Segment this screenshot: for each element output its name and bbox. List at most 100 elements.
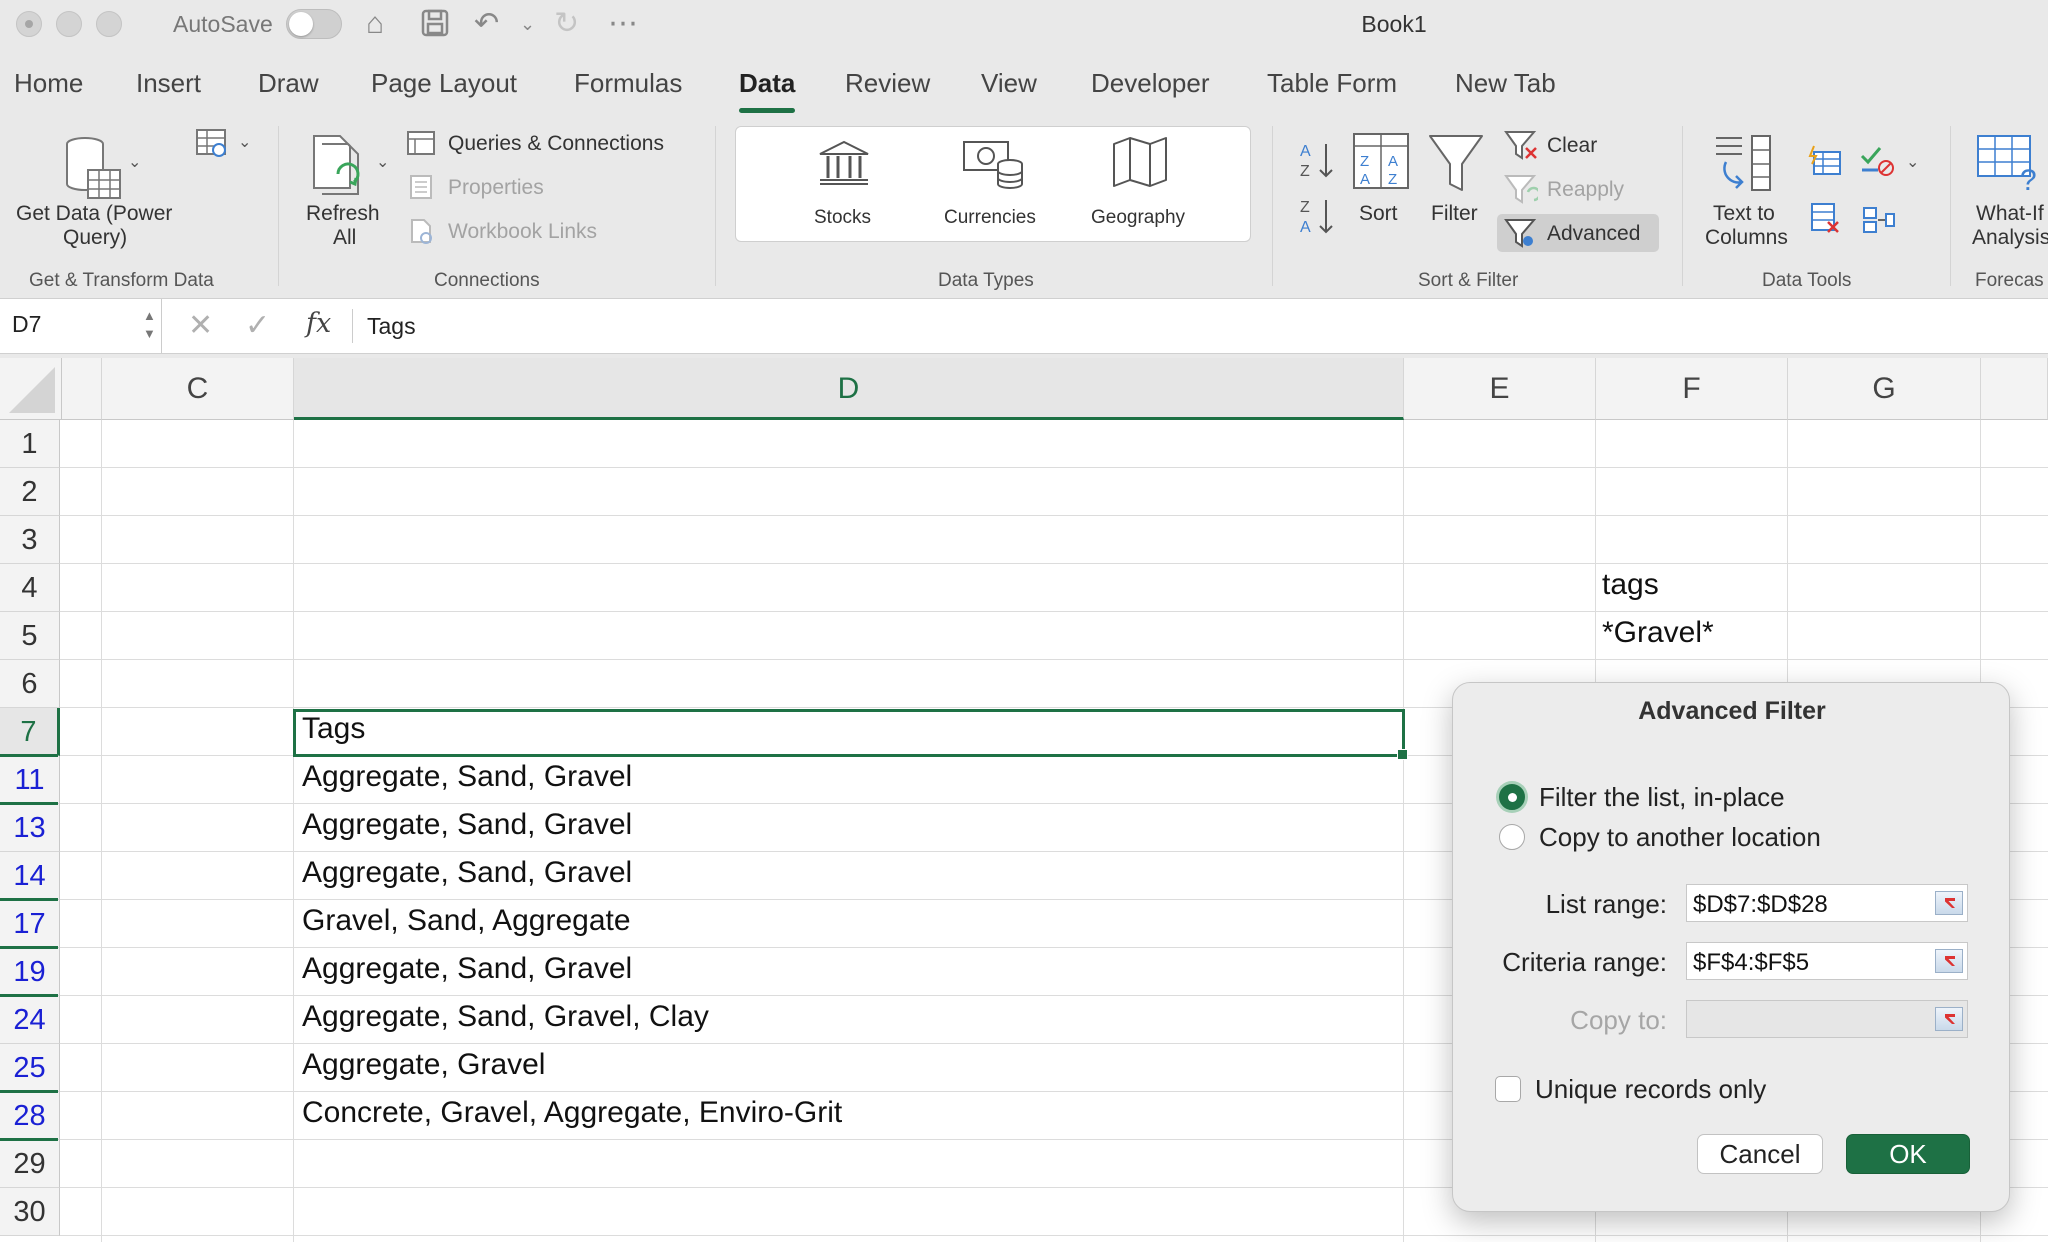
tab-page-layout[interactable]: Page Layout	[371, 68, 517, 99]
row-header[interactable]: 1	[0, 420, 60, 468]
cell-d14[interactable]: Aggregate, Sand, Gravel	[302, 856, 632, 890]
clear-icon[interactable]	[1504, 130, 1538, 167]
column-header-e[interactable]: E	[1404, 358, 1596, 420]
text-to-columns-label-2[interactable]: Columns	[1705, 226, 1788, 250]
select-all-corner[interactable]	[0, 358, 62, 420]
remove-duplicates-icon[interactable]	[1810, 202, 1842, 239]
cell-d25[interactable]: Aggregate, Gravel	[302, 1048, 545, 1082]
row-header[interactable]: 30	[0, 1188, 60, 1236]
reapply-icon[interactable]	[1504, 174, 1541, 211]
currencies-button[interactable]: Currencies	[944, 206, 1036, 230]
cell-d11[interactable]: Aggregate, Sand, Gravel	[302, 760, 632, 794]
formula-input[interactable]: Tags	[367, 313, 416, 340]
unique-records-checkbox[interactable]	[1495, 1076, 1521, 1102]
stocks-icon[interactable]	[816, 138, 872, 193]
column-header-d[interactable]: D	[294, 358, 1404, 420]
tab-developer[interactable]: Developer	[1091, 68, 1210, 99]
row-header[interactable]: 6	[0, 660, 60, 708]
sort-a-to-z-icon[interactable]: AZ	[1298, 138, 1338, 187]
row-header[interactable]: 5	[0, 612, 60, 660]
row-header-filtered[interactable]: 25	[0, 1044, 60, 1092]
row-header-filtered[interactable]: 28	[0, 1092, 60, 1140]
sort-icon[interactable]: ZAAZ	[1352, 132, 1410, 197]
cell-f4[interactable]: tags	[1602, 568, 1659, 602]
cell-d17[interactable]: Gravel, Sand, Aggregate	[302, 904, 631, 938]
tab-draw[interactable]: Draw	[258, 68, 319, 99]
column-header-f[interactable]: F	[1596, 358, 1788, 420]
cell-d24[interactable]: Aggregate, Sand, Gravel, Clay	[302, 1000, 709, 1034]
workbook-links-button[interactable]: Workbook Links	[448, 220, 597, 244]
data-validation-chevron-icon[interactable]: ⌄	[1906, 152, 1919, 172]
row-header-filtered[interactable]: 19	[0, 948, 60, 996]
list-range-input[interactable]: $D$7:$D$28	[1686, 884, 1968, 922]
clear-button[interactable]: Clear	[1547, 134, 1597, 158]
properties-button[interactable]: Properties	[448, 176, 544, 200]
what-if-analysis-icon[interactable]: ?	[1976, 134, 2042, 201]
filter-in-place-radio[interactable]	[1499, 784, 1525, 810]
cell-d28[interactable]: Concrete, Gravel, Aggregate, Enviro-Grit	[302, 1096, 842, 1130]
tab-insert[interactable]: Insert	[136, 68, 201, 99]
tab-data[interactable]: Data	[739, 68, 796, 113]
sort-button[interactable]: Sort	[1359, 202, 1398, 226]
tab-home[interactable]: Home	[14, 68, 83, 99]
reapply-button[interactable]: Reapply	[1547, 178, 1624, 202]
name-box[interactable]: D7	[0, 299, 162, 353]
tab-formulas[interactable]: Formulas	[574, 68, 682, 99]
column-header-c[interactable]: C	[102, 358, 294, 420]
text-to-columns-label[interactable]: Text to	[1713, 202, 1775, 226]
data-validation-icon[interactable]	[1860, 144, 1896, 181]
cell-d13[interactable]: Aggregate, Sand, Gravel	[302, 808, 632, 842]
tab-review[interactable]: Review	[845, 68, 930, 99]
copy-to-collapse-icon[interactable]	[1935, 1007, 1963, 1031]
advanced-filter-icon[interactable]	[1504, 218, 1538, 255]
row-header-filtered[interactable]: 14	[0, 852, 60, 900]
filter-icon[interactable]	[1428, 134, 1484, 199]
refresh-all-icon[interactable]	[310, 132, 368, 205]
refresh-all-label[interactable]: Refresh	[306, 202, 380, 226]
refresh-dropdown-chevron-icon[interactable]: ⌄	[376, 152, 389, 172]
filter-in-place-label[interactable]: Filter the list, in-place	[1539, 782, 1785, 813]
queries-connections-icon[interactable]	[406, 130, 436, 161]
tab-new-tab[interactable]: New Tab	[1455, 68, 1556, 99]
text-to-columns-icon[interactable]	[1712, 132, 1774, 201]
column-header-b[interactable]	[62, 358, 102, 420]
cell-d19[interactable]: Aggregate, Sand, Gravel	[302, 952, 632, 986]
criteria-range-input[interactable]: $F$4:$F$5	[1686, 942, 1968, 980]
row-header-filtered[interactable]: 13	[0, 804, 60, 852]
get-data-dropdown-chevron-icon[interactable]: ⌄	[128, 152, 141, 172]
cancel-entry-icon[interactable]: ✕	[188, 308, 213, 343]
copy-to-location-label[interactable]: Copy to another location	[1539, 822, 1821, 853]
data-from-picture-icon[interactable]	[195, 128, 231, 165]
flash-fill-icon[interactable]	[1808, 144, 1844, 181]
geography-button[interactable]: Geography	[1091, 206, 1185, 230]
row-header[interactable]: 2	[0, 468, 60, 516]
advanced-button[interactable]: Advanced	[1547, 222, 1640, 246]
get-data-label[interactable]: Get Data (Power	[16, 202, 172, 226]
data-from-picture-chevron-icon[interactable]: ⌄	[238, 132, 251, 152]
list-range-collapse-icon[interactable]	[1935, 891, 1963, 915]
consolidate-icon[interactable]	[1862, 206, 1896, 239]
filter-button[interactable]: Filter	[1431, 202, 1478, 226]
column-header-h[interactable]	[1981, 358, 2048, 420]
cancel-button[interactable]: Cancel	[1697, 1134, 1823, 1174]
unique-records-label[interactable]: Unique records only	[1535, 1074, 1766, 1105]
name-box-stepper-icon[interactable]: ▲ ▼	[143, 307, 156, 343]
criteria-range-collapse-icon[interactable]	[1935, 949, 1963, 973]
row-header-filtered[interactable]: 17	[0, 900, 60, 948]
row-header[interactable]: 29	[0, 1140, 60, 1188]
what-if-analysis-label-2[interactable]: Analysis	[1972, 226, 2048, 250]
tab-view[interactable]: View	[981, 68, 1037, 99]
ok-button[interactable]: OK	[1846, 1134, 1970, 1174]
confirm-entry-icon[interactable]: ✓	[245, 308, 270, 343]
row-header[interactable]: 4	[0, 564, 60, 612]
row-header[interactable]: 3	[0, 516, 60, 564]
row-header-filtered[interactable]: 24	[0, 996, 60, 1044]
cell-f5[interactable]: *Gravel*	[1602, 616, 1714, 650]
tab-table-form[interactable]: Table Form	[1267, 68, 1397, 99]
properties-icon[interactable]	[408, 174, 434, 205]
refresh-all-label-2[interactable]: All	[333, 226, 356, 250]
insert-function-icon[interactable]: fx	[306, 308, 331, 339]
column-header-g[interactable]: G	[1788, 358, 1981, 420]
currencies-icon[interactable]	[962, 138, 1026, 197]
row-header-filtered[interactable]: 11	[0, 756, 60, 804]
